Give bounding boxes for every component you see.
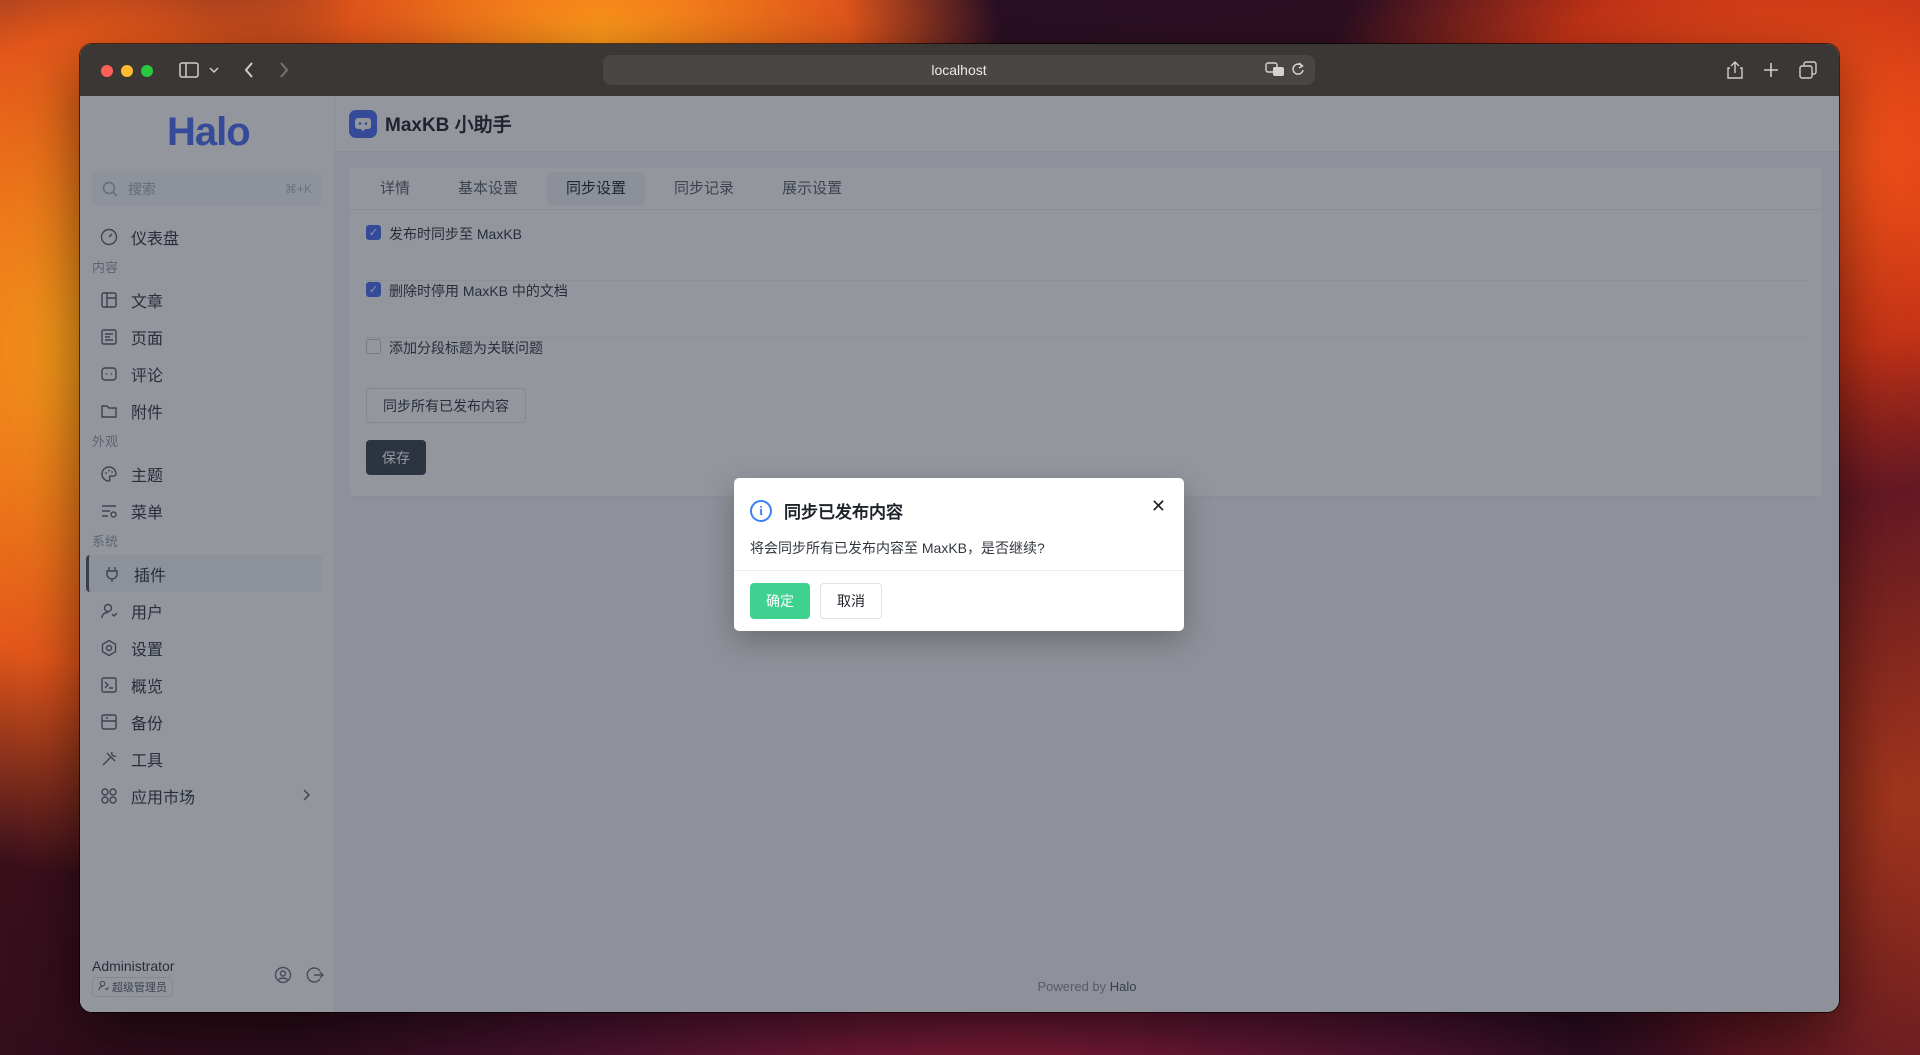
forward-icon[interactable] (272, 58, 296, 82)
confirm-button[interactable]: 确定 (750, 583, 810, 619)
url-text: localhost (931, 62, 987, 78)
info-icon: i (750, 499, 772, 522)
chevron-down-icon[interactable] (202, 58, 226, 82)
browser-toolbar: localhost (80, 44, 1839, 96)
close-icon[interactable]: ✕ (1151, 496, 1166, 517)
cancel-button[interactable]: 取消 (820, 583, 882, 619)
dialog-actions: 确定 取消 (734, 570, 1184, 631)
tab-overview-icon[interactable] (1796, 58, 1820, 82)
address-bar[interactable]: localhost (603, 55, 1315, 85)
new-tab-icon[interactable] (1759, 58, 1783, 82)
zoom-window-button[interactable] (141, 65, 153, 77)
back-icon[interactable] (237, 58, 261, 82)
confirm-dialog: i 同步已发布内容 ✕ 将会同步所有已发布内容至 MaxKB，是否继续? 确定 … (734, 478, 1184, 631)
reload-icon[interactable] (1291, 61, 1305, 80)
window-controls (101, 65, 153, 77)
share-icon[interactable] (1723, 58, 1747, 82)
translate-icon[interactable] (1265, 61, 1285, 80)
close-window-button[interactable] (101, 65, 113, 77)
browser-window: localhost Halo 搜索 ⌘+K 仪表盘 内容 文章 页面 评论 附件… (80, 44, 1839, 1012)
sidebar-toggle-icon[interactable] (177, 58, 201, 82)
dialog-message: 将会同步所有已发布内容至 MaxKB，是否继续? (750, 540, 1045, 556)
minimize-window-button[interactable] (121, 65, 133, 77)
dialog-title: 同步已发布内容 (784, 503, 903, 522)
